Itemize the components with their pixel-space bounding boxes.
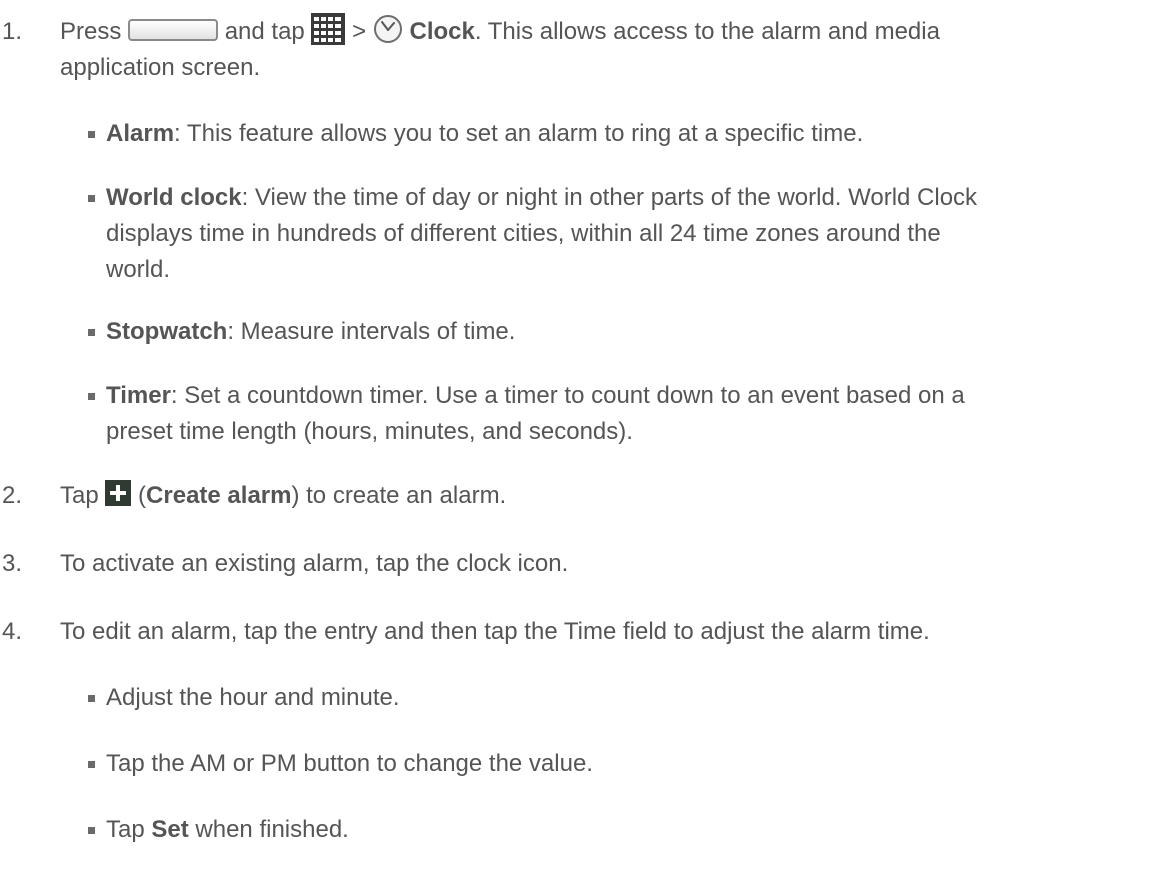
step-number: 4. bbox=[2, 618, 23, 645]
bullet-marker bbox=[88, 131, 95, 138]
bullet-marker bbox=[88, 393, 95, 400]
bullet-marker bbox=[88, 695, 95, 702]
step-text: To edit an alarm, tap the entry and then… bbox=[60, 618, 930, 645]
bullet-marker bbox=[88, 195, 95, 202]
clock-icon bbox=[373, 14, 403, 44]
bullet-marker bbox=[88, 827, 95, 834]
step-text: To activate an existing alarm, tap the c… bbox=[60, 550, 569, 577]
step-number: 1. bbox=[2, 18, 23, 45]
bullet-marker bbox=[88, 329, 95, 336]
create-alarm-plus-icon bbox=[105, 479, 132, 506]
step-text: Press and tap > Clock. This allows acces… bbox=[60, 12, 1170, 86]
step-number: 3. bbox=[2, 550, 23, 577]
bullet-marker bbox=[88, 761, 95, 768]
step-number: 2. bbox=[2, 482, 23, 509]
home-key-icon bbox=[128, 18, 219, 41]
step-text: Tap (Create alarm) to create an alarm. bbox=[60, 478, 1170, 514]
applications-grid-icon bbox=[311, 12, 346, 45]
